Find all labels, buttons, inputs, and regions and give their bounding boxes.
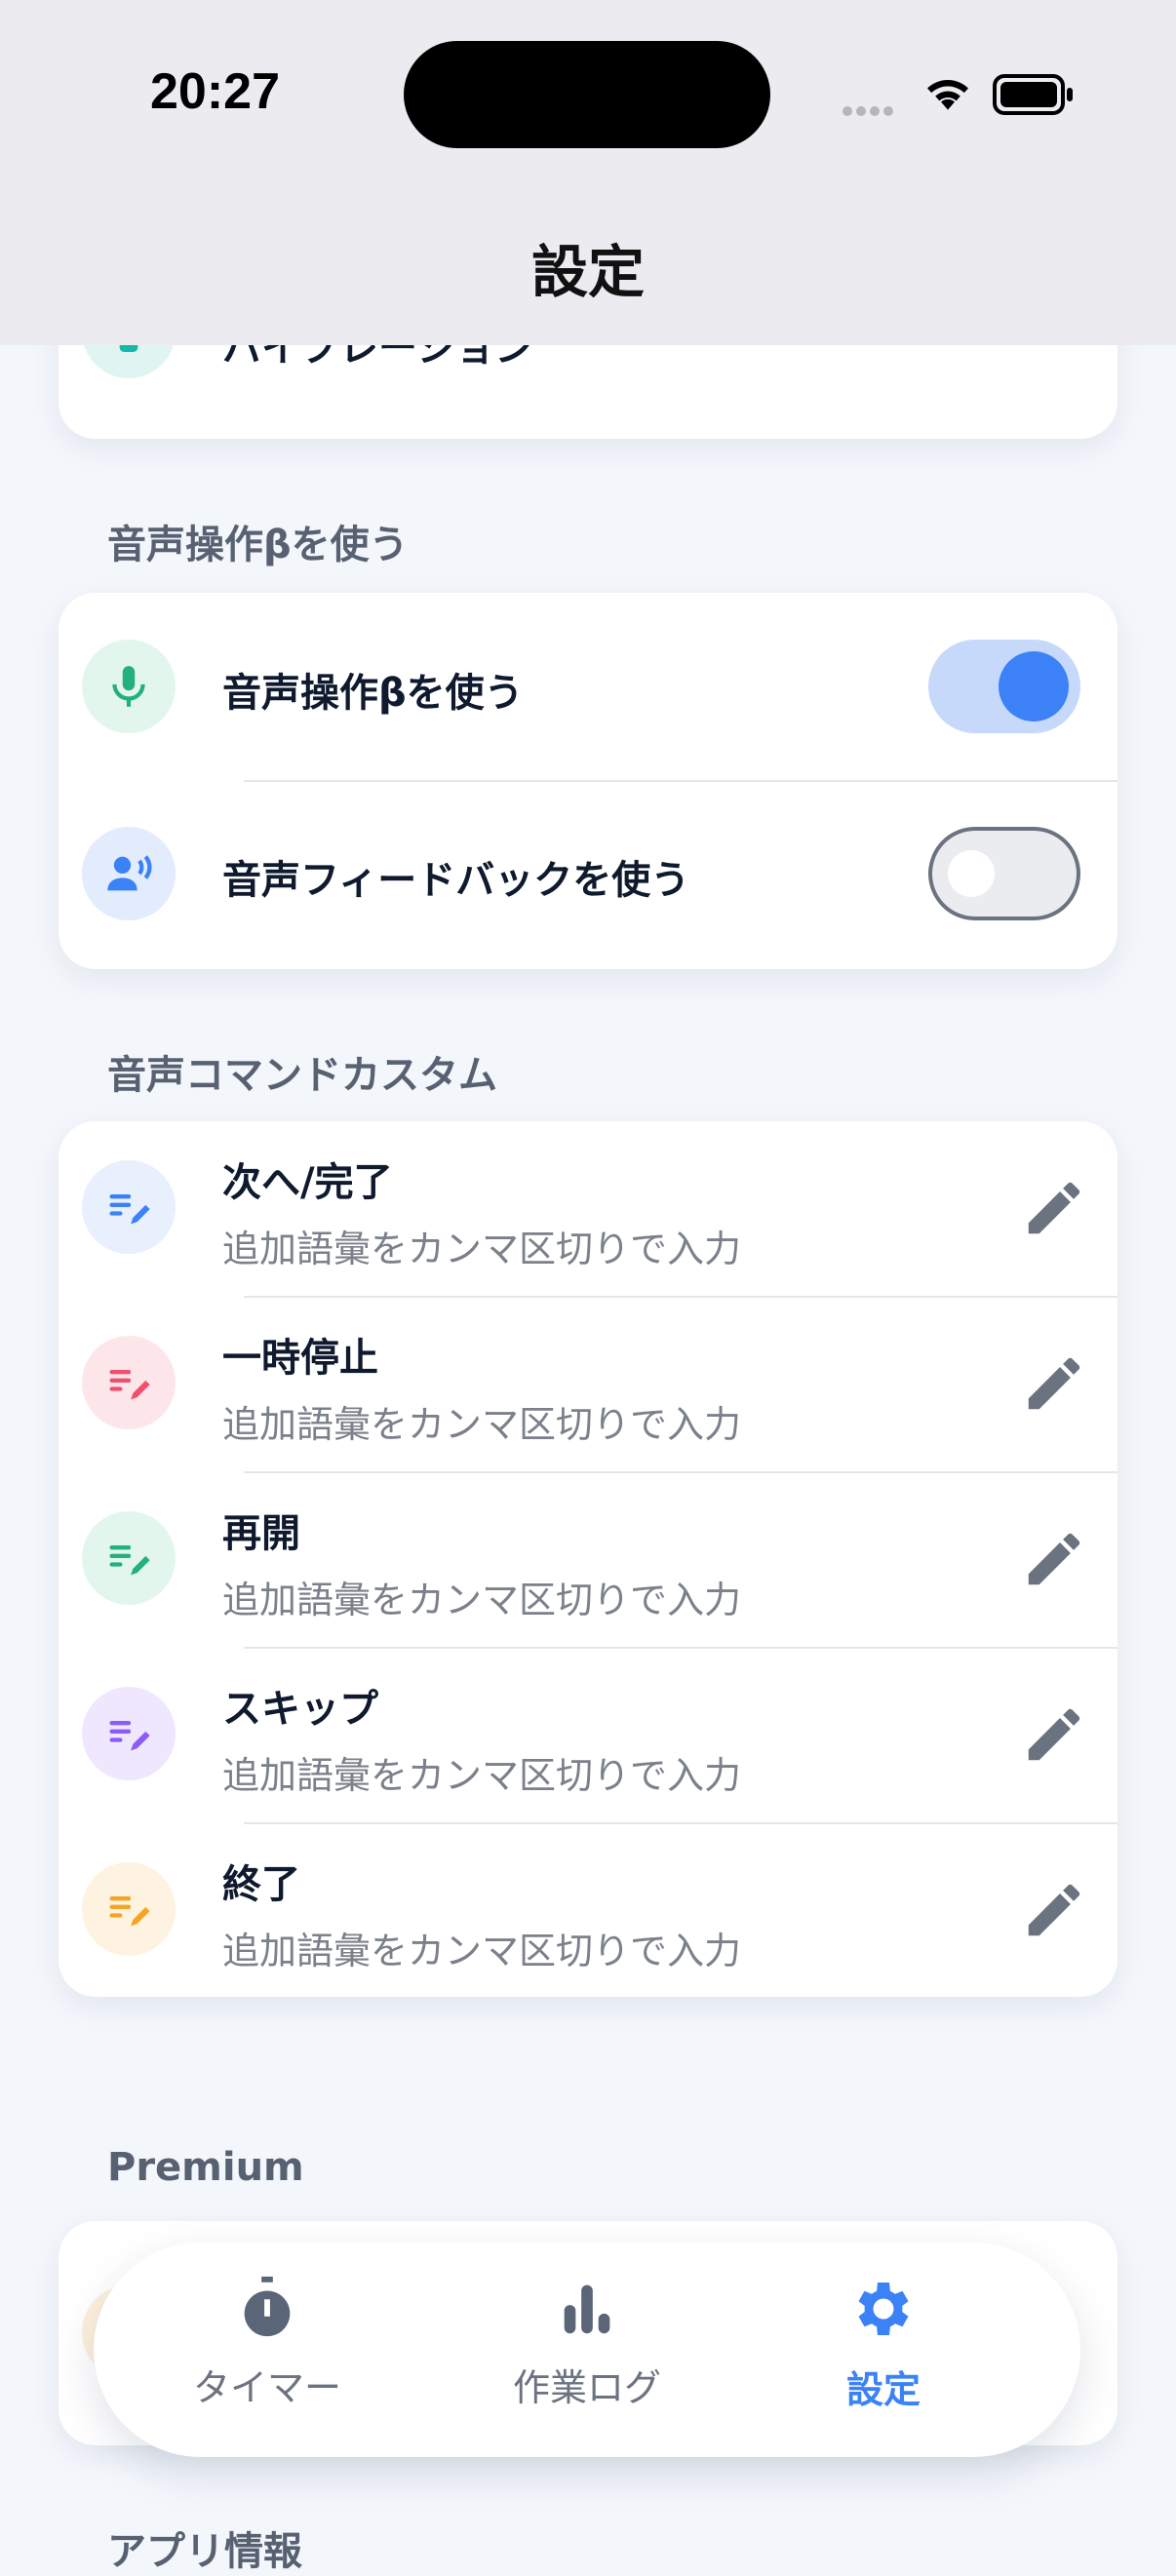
microphone-icon (82, 640, 176, 733)
stopwatch-icon (244, 2276, 291, 2337)
command-row[interactable]: 再開追加語彙をカンマ区切りで入力 (59, 1472, 1117, 1648)
edit-note-icon (82, 1336, 176, 1429)
command-input-placeholder[interactable]: 追加語彙をカンマ区切りで入力 (222, 1921, 741, 1974)
command-title: 終了 (222, 1862, 300, 1907)
voice-control-toggle[interactable] (928, 640, 1080, 733)
voice-feedback-toggle[interactable] (928, 827, 1080, 920)
edit-note-icon (82, 1511, 176, 1605)
command-input-placeholder[interactable]: 追加語彙をカンマ区切りで入力 (222, 1570, 741, 1623)
edit-note-icon (82, 1687, 176, 1780)
tab-settings-label: 設定 (845, 2368, 921, 2411)
tab-bar: タイマー 作業ログ 設定 (94, 2243, 1080, 2457)
cellular-signal-icon (843, 101, 897, 120)
dynamic-island (404, 41, 770, 148)
commands-section-header: 音声コマンドカスタム (107, 1053, 497, 1098)
voice-feedback-row: 音声フィードバックを使う (59, 782, 1117, 969)
pencil-icon[interactable] (1020, 1700, 1088, 1769)
pencil-icon[interactable] (1020, 1525, 1088, 1593)
premium-section-header: Premium (107, 2145, 304, 2190)
app-info-section-header: アプリ情報 (107, 2529, 302, 2574)
command-title: スキップ (222, 1687, 378, 1732)
tab-timer[interactable]: タイマー (140, 2274, 394, 2411)
voice-feedback-icon (82, 827, 176, 920)
battery-icon (993, 74, 1073, 115)
tab-worklog-label: 作業ログ (512, 2366, 661, 2409)
navigation-header: 20:27 設定 (0, 0, 1176, 345)
wifi-icon (927, 80, 968, 110)
command-input-placeholder[interactable]: 追加語彙をカンマ区切りで入力 (222, 1394, 741, 1448)
settings-scroll-view[interactable]: バイブレーション 音声操作βを使う 音声操作βを使う 音声フィードバックを使う … (0, 0, 1176, 2574)
page-title: 設定 (530, 239, 645, 305)
command-title: 次へ/完了 (222, 1160, 393, 1205)
bar-chart-icon (564, 2284, 610, 2334)
gear-icon (858, 2283, 909, 2335)
commands-card: 次へ/完了 追加語彙をカンマ区切りで入力 一時停止 追加語彙をカンマ区切りで入力 再開追… (59, 1121, 1117, 1997)
command-title: 一時停止 (222, 1336, 378, 1381)
voice-control-label: 音声操作βを使う (222, 671, 524, 716)
command-row[interactable]: 次へ/完了追加語彙をカンマ区切りで入力 (59, 1121, 1117, 1297)
command-row[interactable]: スキップ追加語彙をカンマ区切りで入力 (59, 1648, 1117, 1823)
voice-control-row: 音声操作βを使う (59, 593, 1117, 782)
command-title: 再開 (222, 1511, 300, 1556)
voice-card: 音声操作βを使う 音声フィードバックを使う (59, 593, 1117, 969)
tab-worklog[interactable]: 作業ログ (460, 2274, 714, 2411)
edit-note-icon (82, 1862, 176, 1956)
tab-timer-label: タイマー (192, 2366, 341, 2409)
edit-note-icon (82, 1160, 176, 1254)
tab-settings[interactable]: 設定 (757, 2274, 1010, 2413)
pencil-icon[interactable] (1020, 1876, 1088, 1944)
command-row[interactable]: 終了追加語彙をカンマ区切りで入力 (59, 1823, 1117, 1997)
voice-section-header: 音声操作βを使う (107, 523, 409, 567)
command-row[interactable]: 一時停止追加語彙をカンマ区切りで入力 (59, 1297, 1117, 1472)
voice-feedback-label: 音声フィードバックを使う (222, 858, 690, 903)
pencil-icon[interactable] (1020, 1349, 1088, 1418)
status-time: 20:27 (150, 63, 280, 120)
command-input-placeholder[interactable]: 追加語彙をカンマ区切りで入力 (222, 1219, 741, 1272)
pencil-icon[interactable] (1020, 1174, 1088, 1242)
command-input-placeholder[interactable]: 追加語彙をカンマ区切りで入力 (222, 1745, 741, 1799)
